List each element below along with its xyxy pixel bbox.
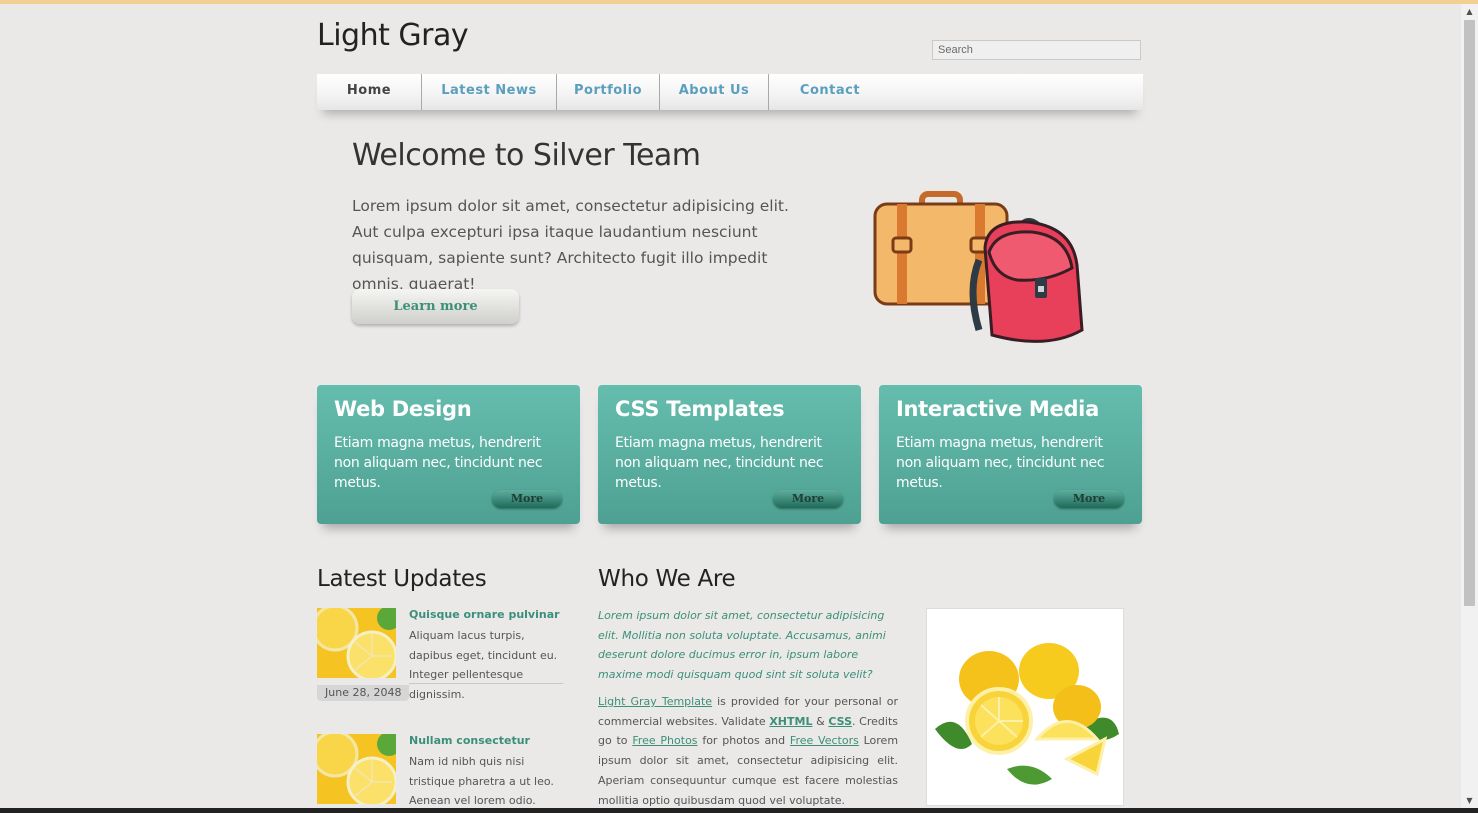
feature-text: Etiam magna metus, hendrerit non aliquam… [615, 435, 824, 491]
who-we-are-title: Who We Are [598, 566, 736, 592]
feature-css-templates: CSS Templates Etiam magna metus, hendrer… [598, 385, 861, 524]
more-button[interactable]: More [1054, 490, 1124, 508]
feature-title: Interactive Media [896, 397, 1099, 421]
welcome-title: Welcome to Silver Team [352, 138, 701, 173]
nav-item-home[interactable]: Home [317, 74, 422, 110]
main-nav: Home Latest News Portfolio About Us Cont… [317, 74, 1143, 110]
suitcase-and-backpack-icon [873, 191, 1084, 343]
lemons-picture [935, 643, 1119, 785]
scroll-thumb[interactable] [1464, 20, 1475, 606]
lemon-thumbnail [317, 734, 396, 804]
update-heading[interactable]: Quisque ornare pulvinar [409, 608, 560, 621]
feature-web-design: Web Design Etiam magna metus, hendrerit … [317, 385, 580, 524]
body-text: for photos and [697, 734, 790, 748]
site-title[interactable]: Light Gray [317, 18, 469, 53]
latest-updates-title: Latest Updates [317, 566, 487, 592]
learn-more-button[interactable]: Learn more [352, 289, 519, 324]
scroll-down-icon[interactable]: ▼ [1461, 793, 1478, 808]
feature-text: Etiam magna metus, hendrerit non aliquam… [896, 435, 1105, 491]
link-css[interactable]: CSS [828, 715, 852, 728]
link-xhtml[interactable]: XHTML [769, 715, 812, 728]
page-container: Light Gray Home Latest News Portfolio Ab… [317, 0, 1143, 808]
update-text: Aliquam lacus turpis, dapibus eget, tinc… [409, 629, 558, 701]
feature-title: CSS Templates [615, 397, 785, 421]
vertical-scrollbar[interactable]: ▲ ▼ [1461, 4, 1478, 808]
divider [409, 683, 563, 684]
nav-item-contact[interactable]: Contact [769, 74, 891, 110]
lemon-image [926, 608, 1124, 806]
feature-title: Web Design [334, 397, 472, 421]
nav-item-portfolio[interactable]: Portfolio [557, 74, 660, 110]
update-item: Quisque ornare pulvinar Aliquam lacus tu… [317, 608, 567, 708]
search-input[interactable] [932, 40, 1141, 60]
welcome-text: Lorem ipsum dolor sit amet, consectetur … [352, 197, 789, 293]
nav-item-latest-news[interactable]: Latest News [422, 74, 557, 110]
update-item: Nullam consectetur Nam id nibh quis nisi… [317, 734, 567, 808]
body-text: & [812, 714, 829, 728]
link-free-vectors[interactable]: Free Vectors [790, 734, 859, 747]
who-body-text: Light Gray Template is provided for your… [598, 692, 898, 810]
feature-text: Etiam magna metus, hendrerit non aliquam… [334, 435, 543, 491]
more-button[interactable]: More [492, 490, 562, 508]
lemon-thumbnail [317, 608, 396, 678]
update-heading[interactable]: Nullam consectetur [409, 734, 530, 747]
more-button[interactable]: More [773, 490, 843, 508]
link-free-photos[interactable]: Free Photos [632, 734, 697, 747]
who-intro-text: Lorem ipsum dolor sit amet, consectetur … [598, 609, 886, 681]
nav-item-about-us[interactable]: About Us [660, 74, 769, 110]
scroll-up-icon[interactable]: ▲ [1461, 4, 1478, 19]
bottom-border [0, 808, 1478, 813]
update-date: June 28, 2048 [317, 685, 410, 701]
update-text: Nam id nibh quis nisi tristique pharetra… [409, 755, 554, 807]
link-light-gray-template[interactable]: Light Gray Template [598, 695, 712, 708]
feature-interactive-media: Interactive Media Etiam magna metus, hen… [879, 385, 1142, 524]
